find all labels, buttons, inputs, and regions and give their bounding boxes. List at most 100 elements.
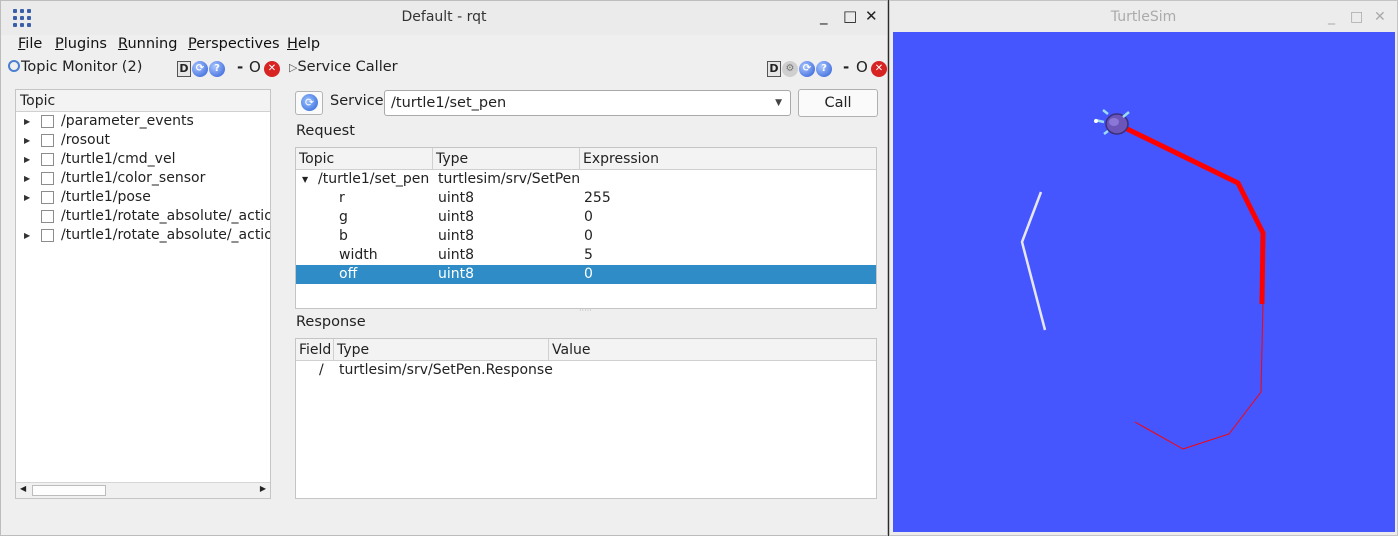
chevron-down-icon[interactable]: ▼ <box>775 91 782 115</box>
request-field-row[interactable]: b uint8 0 <box>296 227 876 246</box>
turtlesim-canvas <box>893 32 1395 532</box>
thick-red-pen-trail <box>1119 123 1266 305</box>
request-topic-cell: g <box>339 209 348 225</box>
menu-bar: File Plugins Running Perspectives Help <box>1 35 887 57</box>
response-col-value[interactable]: Value <box>548 339 590 361</box>
window-title: Default - rqt <box>401 9 487 25</box>
topic-row[interactable]: ▶ /parameter_events <box>16 112 270 131</box>
dock-float[interactable]: O <box>249 58 261 76</box>
topic-row[interactable]: /turtle1/rotate_absolute/_actio <box>16 207 270 226</box>
request-col-expression[interactable]: Expression <box>579 148 659 170</box>
maximize-icon[interactable]: □ <box>1350 1 1363 33</box>
call-button[interactable]: Call <box>798 89 878 117</box>
request-col-topic[interactable]: Topic <box>296 148 334 170</box>
request-field-row[interactable]: off uint8 0 <box>296 265 876 284</box>
menu-perspectives[interactable]: Perspectives <box>188 36 280 52</box>
expanded-arrow-icon[interactable]: ▼ <box>302 170 308 189</box>
refresh-icon: ⟳ <box>301 94 318 111</box>
topic-checkbox[interactable] <box>41 153 54 166</box>
topic-checkbox[interactable] <box>41 191 54 204</box>
minimize-icon[interactable]: _ <box>1328 1 1335 33</box>
request-expr-cell[interactable]: 0 <box>584 265 593 284</box>
reload-icon[interactable]: ⟳ <box>192 61 208 77</box>
topic-row[interactable]: ▶ /turtle1/cmd_vel <box>16 150 270 169</box>
request-col-type[interactable]: Type <box>432 148 468 170</box>
topic-name: /turtle1/rotate_absolute/_actio <box>61 208 271 224</box>
request-expr-cell[interactable]: 5 <box>584 246 593 265</box>
refresh-services-button[interactable]: ⟳ <box>295 91 323 115</box>
rqt-titlebar[interactable]: Default - rqt _ □ ✕ <box>1 1 887 35</box>
turtlesim-titlebar[interactable]: TurtleSim _ □ ✕ <box>890 1 1397 33</box>
maximize-icon[interactable]: □ <box>843 7 857 25</box>
request-expr-cell[interactable]: 255 <box>584 189 611 208</box>
scrollbar-thumb[interactable] <box>32 485 106 496</box>
response-table[interactable]: Field Type Value / turtlesim/srv/SetPen.R… <box>295 338 877 499</box>
scroll-left-icon[interactable]: ◀ <box>20 484 26 493</box>
menu-help[interactable]: Help <box>287 36 320 52</box>
expand-arrow-icon[interactable]: ▶ <box>24 188 30 207</box>
splitter-handle[interactable]: ····· <box>579 306 592 315</box>
reload-icon[interactable]: ⟳ <box>799 61 815 77</box>
request-label: Request <box>296 123 355 139</box>
topic-monitor-header: Topic Monitor (2) <box>8 59 142 81</box>
expand-arrow-icon[interactable]: ▶ <box>24 112 30 131</box>
dock-minimize[interactable]: - <box>237 58 243 76</box>
menu-mnemonic: H <box>287 36 298 52</box>
topic-column-header[interactable]: Topic <box>16 90 270 112</box>
topic-name: /turtle1/color_sensor <box>61 170 206 186</box>
request-field-row[interactable]: r uint8 255 <box>296 189 876 208</box>
dock-close-icon[interactable]: ✕ <box>264 61 280 77</box>
menu-running[interactable]: Running <box>118 36 177 52</box>
request-root-topic: /turtle1/set_pen <box>318 171 430 187</box>
service-combobox[interactable]: /turtle1/set_pen ▼ <box>384 90 791 116</box>
topic-row[interactable]: ▶ /turtle1/pose <box>16 188 270 207</box>
dock-badge[interactable]: D <box>177 61 191 77</box>
expand-arrow-icon[interactable]: ▶ <box>24 169 30 188</box>
request-header: Topic Type Expression <box>296 148 876 170</box>
horizontal-scrollbar[interactable]: ◀ ▶ <box>16 482 270 498</box>
expand-arrow-icon[interactable]: ▶ <box>24 131 30 150</box>
topic-name: /turtle1/cmd_vel <box>61 151 176 167</box>
topic-row[interactable]: ▶ /rosout <box>16 131 270 150</box>
response-col-type[interactable]: Type <box>333 339 369 361</box>
help-icon[interactable]: ? <box>816 61 832 77</box>
topic-checkbox[interactable] <box>41 134 54 147</box>
response-col-field[interactable]: Field <box>296 339 331 361</box>
close-icon[interactable]: ✕ <box>1374 1 1386 33</box>
scroll-right-icon[interactable]: ▶ <box>260 484 266 493</box>
request-expr-cell[interactable]: 0 <box>584 208 593 227</box>
help-icon[interactable]: ? <box>209 61 225 77</box>
dock-badge[interactable]: D <box>767 61 781 77</box>
close-icon[interactable]: ✕ <box>865 7 878 25</box>
topic-checkbox[interactable] <box>41 115 54 128</box>
minimize-icon[interactable]: _ <box>820 7 828 25</box>
expand-arrow-icon[interactable]: ▶ <box>24 150 30 169</box>
response-row[interactable]: / turtlesim/srv/SetPen.Response <box>296 361 876 380</box>
request-root-row[interactable]: ▼ /turtle1/set_pen turtlesim/srv/SetPen <box>296 170 876 189</box>
dock-minimize[interactable]: - <box>843 58 849 76</box>
menu-label: unning <box>127 36 178 52</box>
topic-checkbox[interactable] <box>41 172 54 185</box>
request-rows: r uint8 255 g uint8 0 b uint8 0 width uint8 5 off uin… <box>296 189 876 284</box>
response-type-cell: turtlesim/srv/SetPen.Response <box>339 362 553 378</box>
request-type-cell: uint8 <box>438 190 475 206</box>
topic-name: /parameter_events <box>61 113 194 129</box>
menu-file[interactable]: File <box>18 36 42 52</box>
service-caller-title: Service Caller <box>297 59 398 75</box>
request-field-row[interactable]: g uint8 0 <box>296 208 876 227</box>
topic-tree[interactable]: Topic ▶ /parameter_events ▶ /rosout ▶ /turtle… <box>15 89 271 499</box>
menu-plugins[interactable]: Plugins <box>55 36 107 52</box>
dock-close-icon[interactable]: ✕ <box>871 61 887 77</box>
thin-red-pen-trail <box>1134 301 1264 450</box>
request-topic-cell: off <box>339 266 358 282</box>
topic-checkbox[interactable] <box>41 210 54 223</box>
topic-checkbox[interactable] <box>41 229 54 242</box>
request-field-row[interactable]: width uint8 5 <box>296 246 876 265</box>
settings-icon[interactable]: ⚙ <box>782 61 798 77</box>
dock-float[interactable]: O <box>856 58 868 76</box>
request-table[interactable]: Topic Type Expression ▼ /turtle1/set_pen… <box>295 147 877 309</box>
topic-row[interactable]: ▶ /turtle1/rotate_absolute/_actio <box>16 226 270 245</box>
expand-arrow-icon[interactable]: ▶ <box>24 226 30 245</box>
request-expr-cell[interactable]: 0 <box>584 227 593 246</box>
topic-row[interactable]: ▶ /turtle1/color_sensor <box>16 169 270 188</box>
